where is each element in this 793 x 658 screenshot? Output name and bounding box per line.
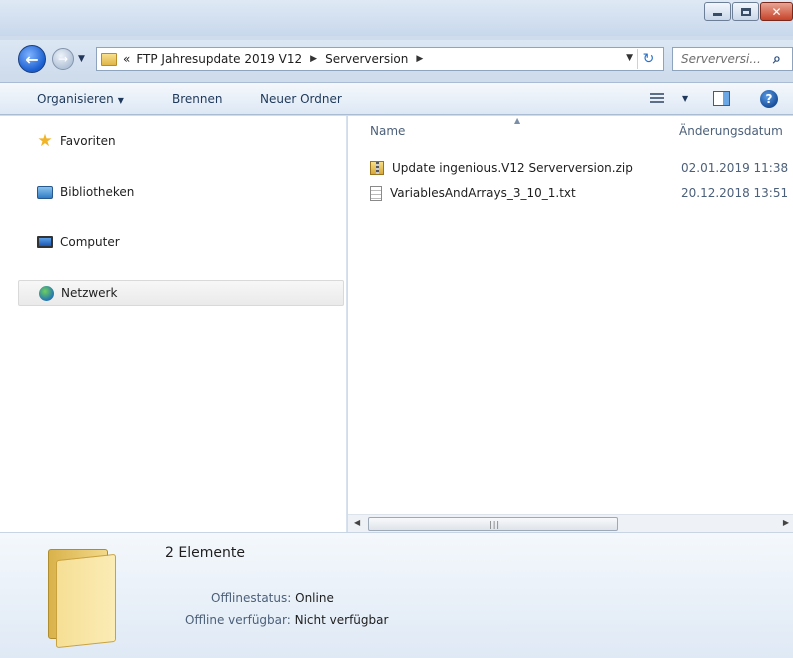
forward-button[interactable]: → xyxy=(52,48,74,70)
forward-arrow-icon: → xyxy=(57,52,69,66)
offline-available-value: Nicht verfügbar xyxy=(294,613,389,627)
chevron-down-icon: ▼ xyxy=(117,96,124,105)
breadcrumb-separator-icon[interactable]: ▶ xyxy=(310,54,317,64)
new-folder-button[interactable]: Neuer Ordner xyxy=(260,92,342,106)
item-count: 2 Elemente xyxy=(165,545,245,561)
address-bar[interactable]: « FTP Jahresupdate 2019 V12 ▶ Serververs… xyxy=(96,47,664,71)
minimize-button[interactable] xyxy=(704,2,731,21)
history-dropdown-icon[interactable]: ▼ xyxy=(78,54,85,64)
text-file-icon xyxy=(370,185,382,201)
grip-icon: ||| xyxy=(489,520,501,529)
sort-ascending-icon: ▲ xyxy=(514,116,521,125)
nav-item-favorites[interactable]: ★ Favoriten xyxy=(18,128,344,154)
folder-icon xyxy=(101,52,117,66)
maximize-button[interactable] xyxy=(732,2,759,21)
network-icon xyxy=(37,285,55,301)
file-date: 20.12.2018 13:51 xyxy=(681,186,789,200)
minimize-icon xyxy=(713,13,722,16)
view-options-icon[interactable] xyxy=(650,93,664,105)
refresh-icon: ↻ xyxy=(642,51,655,67)
offline-status-row: Offlinestatus: Online xyxy=(211,591,334,605)
breadcrumb-overflow[interactable]: « xyxy=(123,52,130,66)
search-icon[interactable]: ⌕ xyxy=(773,51,781,67)
close-button[interactable]: ✕ xyxy=(760,2,793,21)
star-icon: ★ xyxy=(37,130,53,151)
search-box[interactable]: Serverversi... ⌕ xyxy=(672,47,793,71)
nav-item-network[interactable]: Netzwerk xyxy=(18,280,344,306)
breadcrumb-item[interactable]: Serverversion xyxy=(325,52,408,66)
chevron-down-icon[interactable]: ▼ xyxy=(682,94,688,103)
zip-folder-icon xyxy=(370,161,384,175)
details-pane: 2 Elemente Offlinestatus: Online Offline… xyxy=(0,532,793,658)
window-controls: ✕ xyxy=(703,2,793,21)
horizontal-scrollbar[interactable]: ◀ ||| ▶ xyxy=(348,514,793,532)
burn-button[interactable]: Brennen xyxy=(172,92,222,106)
refresh-button[interactable]: ↻ xyxy=(637,49,659,69)
nav-item-libraries[interactable]: Bibliotheken xyxy=(18,179,344,205)
computer-icon xyxy=(36,234,54,250)
close-icon: ✕ xyxy=(771,4,782,19)
file-name: Update ingenious.V12 Serverversion.zip xyxy=(392,161,633,175)
organize-button[interactable]: Organisieren ▼ xyxy=(37,92,124,106)
address-row: ← → ▼ « FTP Jahresupdate 2019 V12 ▶ Serv… xyxy=(0,40,793,76)
folder-icon xyxy=(48,549,118,649)
file-name: VariablesAndArrays_3_10_1.txt xyxy=(390,186,576,200)
breadcrumb-item[interactable]: FTP Jahresupdate 2019 V12 xyxy=(136,52,302,66)
preview-pane-icon[interactable] xyxy=(713,91,730,106)
organize-label: Organisieren xyxy=(37,92,114,106)
file-row[interactable]: Update ingenious.V12 Serverversion.zip 0… xyxy=(370,158,790,178)
file-row[interactable]: VariablesAndArrays_3_10_1.txt 20.12.2018… xyxy=(370,183,790,203)
column-header-name[interactable]: Name xyxy=(370,124,405,154)
library-icon xyxy=(36,184,54,200)
address-dropdown-icon[interactable]: ▼ xyxy=(626,53,633,63)
nav-item-label: Bibliotheken xyxy=(60,185,135,199)
maximize-icon xyxy=(740,7,751,16)
navigation-pane: ★ Favoriten Bibliotheken Computer Netzwe… xyxy=(0,116,347,532)
file-list: Name Änderungsdatum Update ingenious.V12… xyxy=(348,116,793,532)
offline-available-row: Offline verfügbar: Nicht verfügbar xyxy=(185,613,388,627)
column-header-date[interactable]: Änderungsdatum xyxy=(679,124,783,154)
command-bar: Organisieren ▼ Brennen Neuer Ordner ▼ ? xyxy=(0,82,793,115)
nav-item-computer[interactable]: Computer xyxy=(18,229,344,255)
nav-item-label: Netzwerk xyxy=(61,286,118,300)
nav-item-label: Favoriten xyxy=(60,134,116,148)
offline-available-label: Offline verfügbar: xyxy=(185,613,291,627)
breadcrumb-separator-icon[interactable]: ▶ xyxy=(416,54,423,64)
file-date: 02.01.2019 11:38 xyxy=(681,161,789,175)
offline-status-value: Online xyxy=(295,591,334,605)
help-icon[interactable]: ? xyxy=(760,90,778,108)
back-arrow-icon: ← xyxy=(25,49,39,69)
scroll-right-icon[interactable]: ▶ xyxy=(783,518,789,527)
nav-item-label: Computer xyxy=(60,235,120,249)
scrollbar-thumb[interactable]: ||| xyxy=(368,517,618,531)
back-button[interactable]: ← xyxy=(18,45,46,73)
title-bar: ✕ xyxy=(0,0,793,36)
offline-status-label: Offlinestatus: xyxy=(211,591,292,605)
scroll-left-icon[interactable]: ◀ xyxy=(354,518,360,527)
search-input[interactable]: Serverversi... xyxy=(681,52,769,66)
